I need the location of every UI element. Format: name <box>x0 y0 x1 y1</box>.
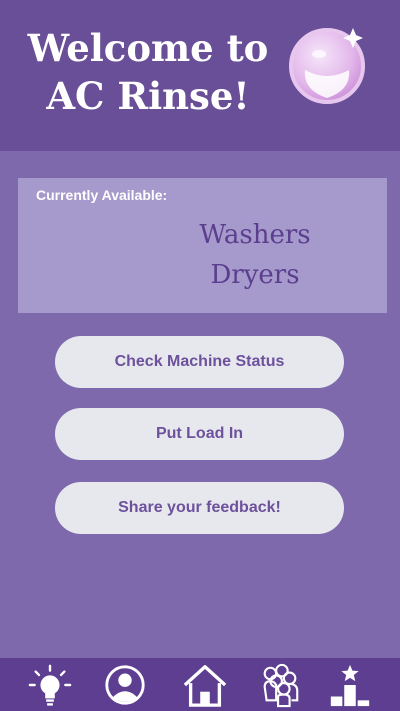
check-machine-status-button[interactable]: Check Machine Status <box>55 336 344 388</box>
leaderboard-icon[interactable] <box>325 660 375 710</box>
available-washers: Washers <box>199 220 311 250</box>
lightbulb-icon[interactable] <box>25 660 75 710</box>
crystal-ball-icon <box>289 20 373 104</box>
available-dryers: Dryers <box>210 260 300 290</box>
group-icon[interactable] <box>255 660 305 710</box>
bottom-nav <box>0 658 400 711</box>
title-line-1: Welcome to <box>27 26 269 70</box>
profile-icon[interactable] <box>100 660 150 710</box>
availability-label: Currently Available: <box>36 187 168 203</box>
put-load-in-button[interactable]: Put Load In <box>55 408 344 460</box>
availability-panel: Currently Available: Washers Dryers <box>18 178 387 313</box>
home-icon[interactable] <box>180 660 230 710</box>
page-title: Welcome to AC Rinse! <box>18 24 278 120</box>
header: Welcome to AC Rinse! <box>0 0 400 151</box>
share-feedback-button[interactable]: Share your feedback! <box>55 482 344 534</box>
title-line-2: AC Rinse! <box>46 74 250 118</box>
